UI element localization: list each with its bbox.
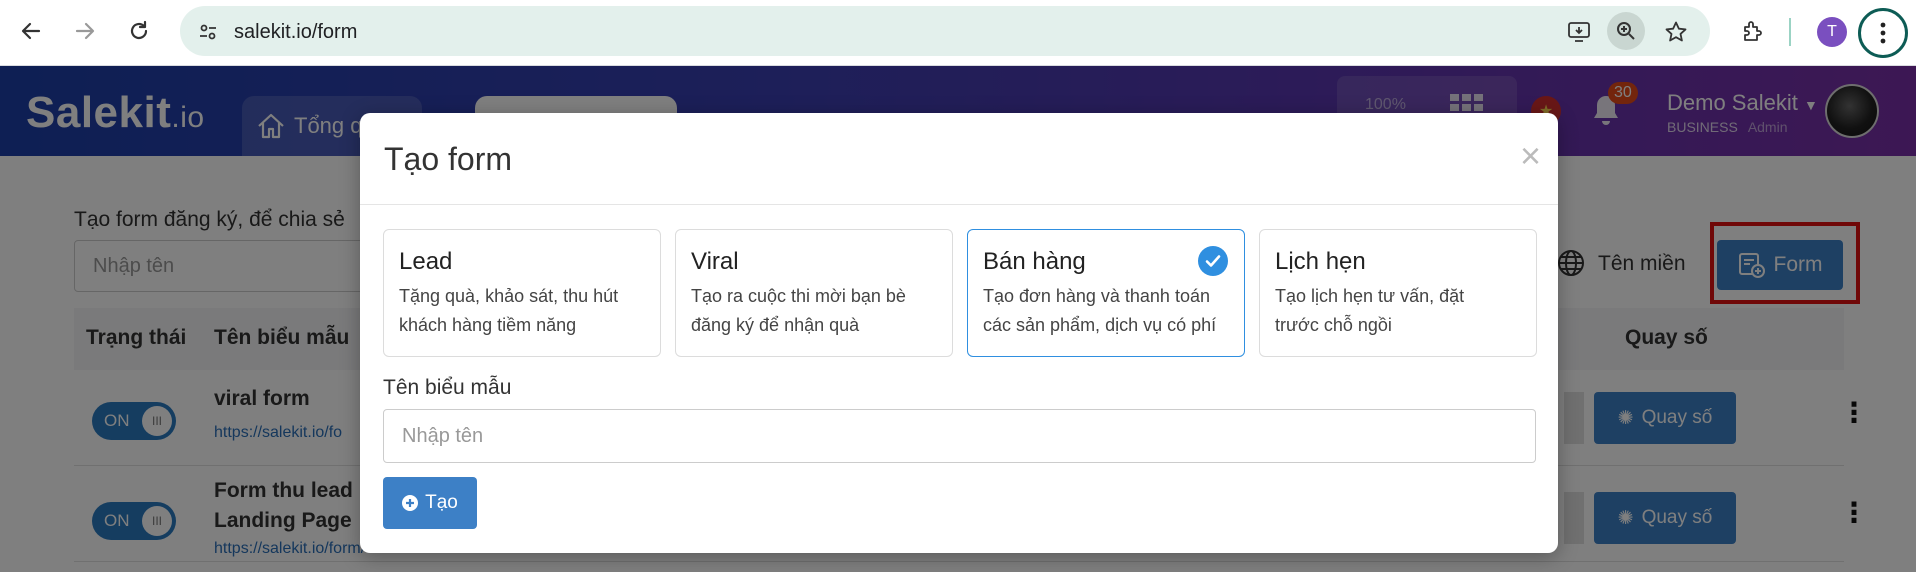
card-description: Tạo lịch hẹn tư vấn, đặt trước chỗ ngồi [1275,286,1465,335]
form-name-label: Tên biểu mẫu [383,376,512,399]
toolbar-separator [1789,18,1791,46]
arrow-left-icon [21,22,41,40]
browser-menu-button[interactable] [1858,8,1908,58]
reload-button[interactable] [120,12,158,50]
form-type-appointment[interactable]: Lịch hẹn Tạo lịch hẹn tư vấn, đặt trước c… [1259,229,1537,357]
extensions-icon[interactable] [1736,14,1770,48]
create-button[interactable]: Tạo [383,477,477,529]
card-title: Lịch hẹn [1275,248,1366,275]
form-type-viral[interactable]: Viral Tạo ra cuộc thi mời bạn bè đăng ký … [675,229,953,357]
modal-divider [360,204,1558,205]
form-type-lead[interactable]: Lead Tặng quà, khảo sát, thu hút khách hà… [383,229,661,357]
install-app-icon[interactable] [1565,18,1593,46]
profile-avatar[interactable]: T [1817,17,1847,47]
card-title: Viral [691,248,739,275]
modal-title: Tạo form [384,141,513,177]
create-form-modal: Tạo form × Lead Tặng quà, khảo sát, thu … [360,113,1558,553]
arrow-right-icon [75,22,95,40]
url-text[interactable]: salekit.io/form [234,21,357,44]
site-info-icon[interactable] [194,18,222,46]
back-button[interactable] [12,12,50,50]
close-icon[interactable]: × [1520,135,1541,177]
card-title: Lead [399,248,453,275]
reload-icon [130,20,148,40]
zoom-icon[interactable] [1607,12,1645,50]
checkmark-icon [1198,246,1228,276]
card-title: Bán hàng [983,248,1086,275]
address-bar[interactable]: salekit.io/form [180,6,1710,56]
bookmark-star-icon[interactable] [1662,18,1690,46]
kebab-menu-icon [1880,22,1886,44]
plus-circle-icon [402,495,419,511]
forward-button[interactable] [66,12,104,50]
card-description: Tạo đơn hàng và thanh toán các sản phẩm, … [983,286,1217,335]
card-description: Tặng quà, khảo sát, thu hút khách hàng ti… [399,286,619,335]
form-name-input[interactable] [383,409,1536,463]
browser-toolbar: salekit.io/form T [0,0,1916,66]
card-description: Tạo ra cuộc thi mời bạn bè đăng ký để nhậ… [691,286,906,335]
form-type-sales[interactable]: Bán hàng Tạo đơn hàng và thanh toán các s… [967,229,1245,357]
